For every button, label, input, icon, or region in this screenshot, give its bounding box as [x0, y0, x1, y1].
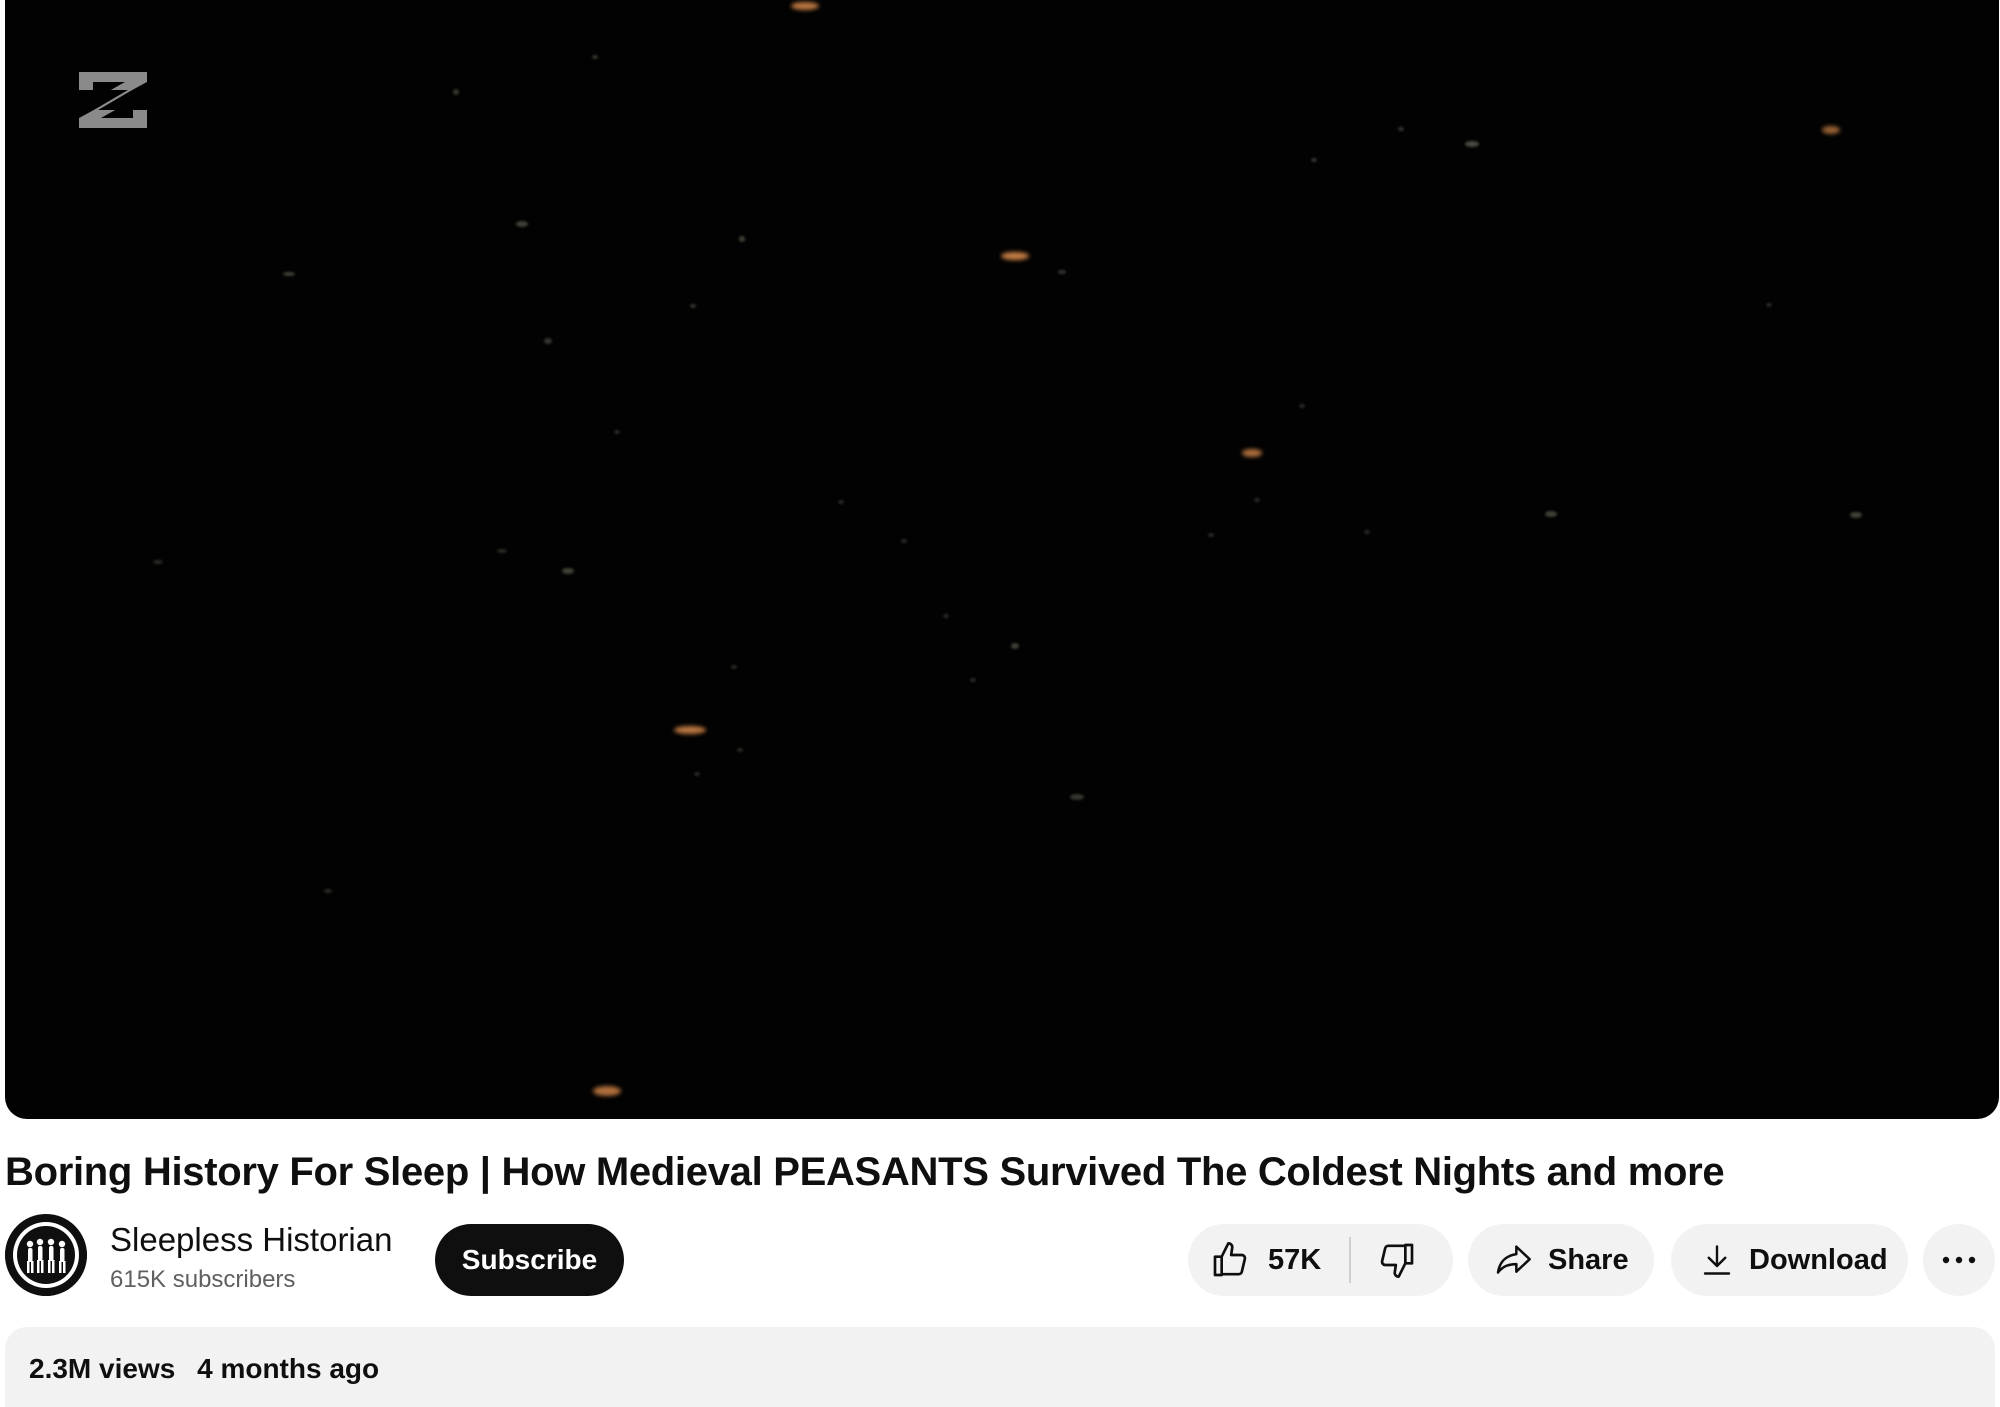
- silhouette-figures-icon: [5, 1214, 87, 1296]
- subscribe-button[interactable]: Subscribe: [435, 1224, 624, 1296]
- more-horizontal-icon: [1942, 1256, 1976, 1264]
- description-box[interactable]: 2.3M views 4 months ago: [5, 1327, 1995, 1407]
- share-arrow-icon: [1496, 1245, 1531, 1274]
- subscriber-count: 615K subscribers: [110, 1266, 296, 1293]
- video-player[interactable]: [5, 0, 1999, 1119]
- like-dislike-group: 57K: [1188, 1224, 1453, 1296]
- share-label: Share: [1548, 1243, 1629, 1276]
- ember-particles: [153, 2, 1862, 1096]
- thumbs-up-icon: [1213, 1242, 1247, 1277]
- channel-avatar[interactable]: [5, 1214, 87, 1296]
- thumbs-down-icon: [1380, 1243, 1414, 1278]
- capcut-logo-icon: [79, 72, 147, 128]
- more-actions-button[interactable]: [1923, 1224, 1995, 1296]
- upload-age: 4 months ago: [197, 1353, 380, 1384]
- video-title: Boring History For Sleep | How Medieval …: [5, 1150, 1725, 1194]
- channel-name[interactable]: Sleepless Historian: [110, 1220, 392, 1260]
- download-button[interactable]: Download: [1671, 1224, 1908, 1296]
- download-icon: [1703, 1245, 1731, 1275]
- dislike-button[interactable]: [1351, 1224, 1417, 1296]
- like-count: 57K: [1268, 1243, 1322, 1276]
- video-meta: 2.3M views 4 months ago: [29, 1353, 379, 1385]
- download-label: Download: [1749, 1243, 1888, 1276]
- like-button[interactable]: 57K: [1188, 1224, 1349, 1296]
- view-count: 2.3M views: [29, 1353, 176, 1384]
- share-button[interactable]: Share: [1468, 1224, 1654, 1296]
